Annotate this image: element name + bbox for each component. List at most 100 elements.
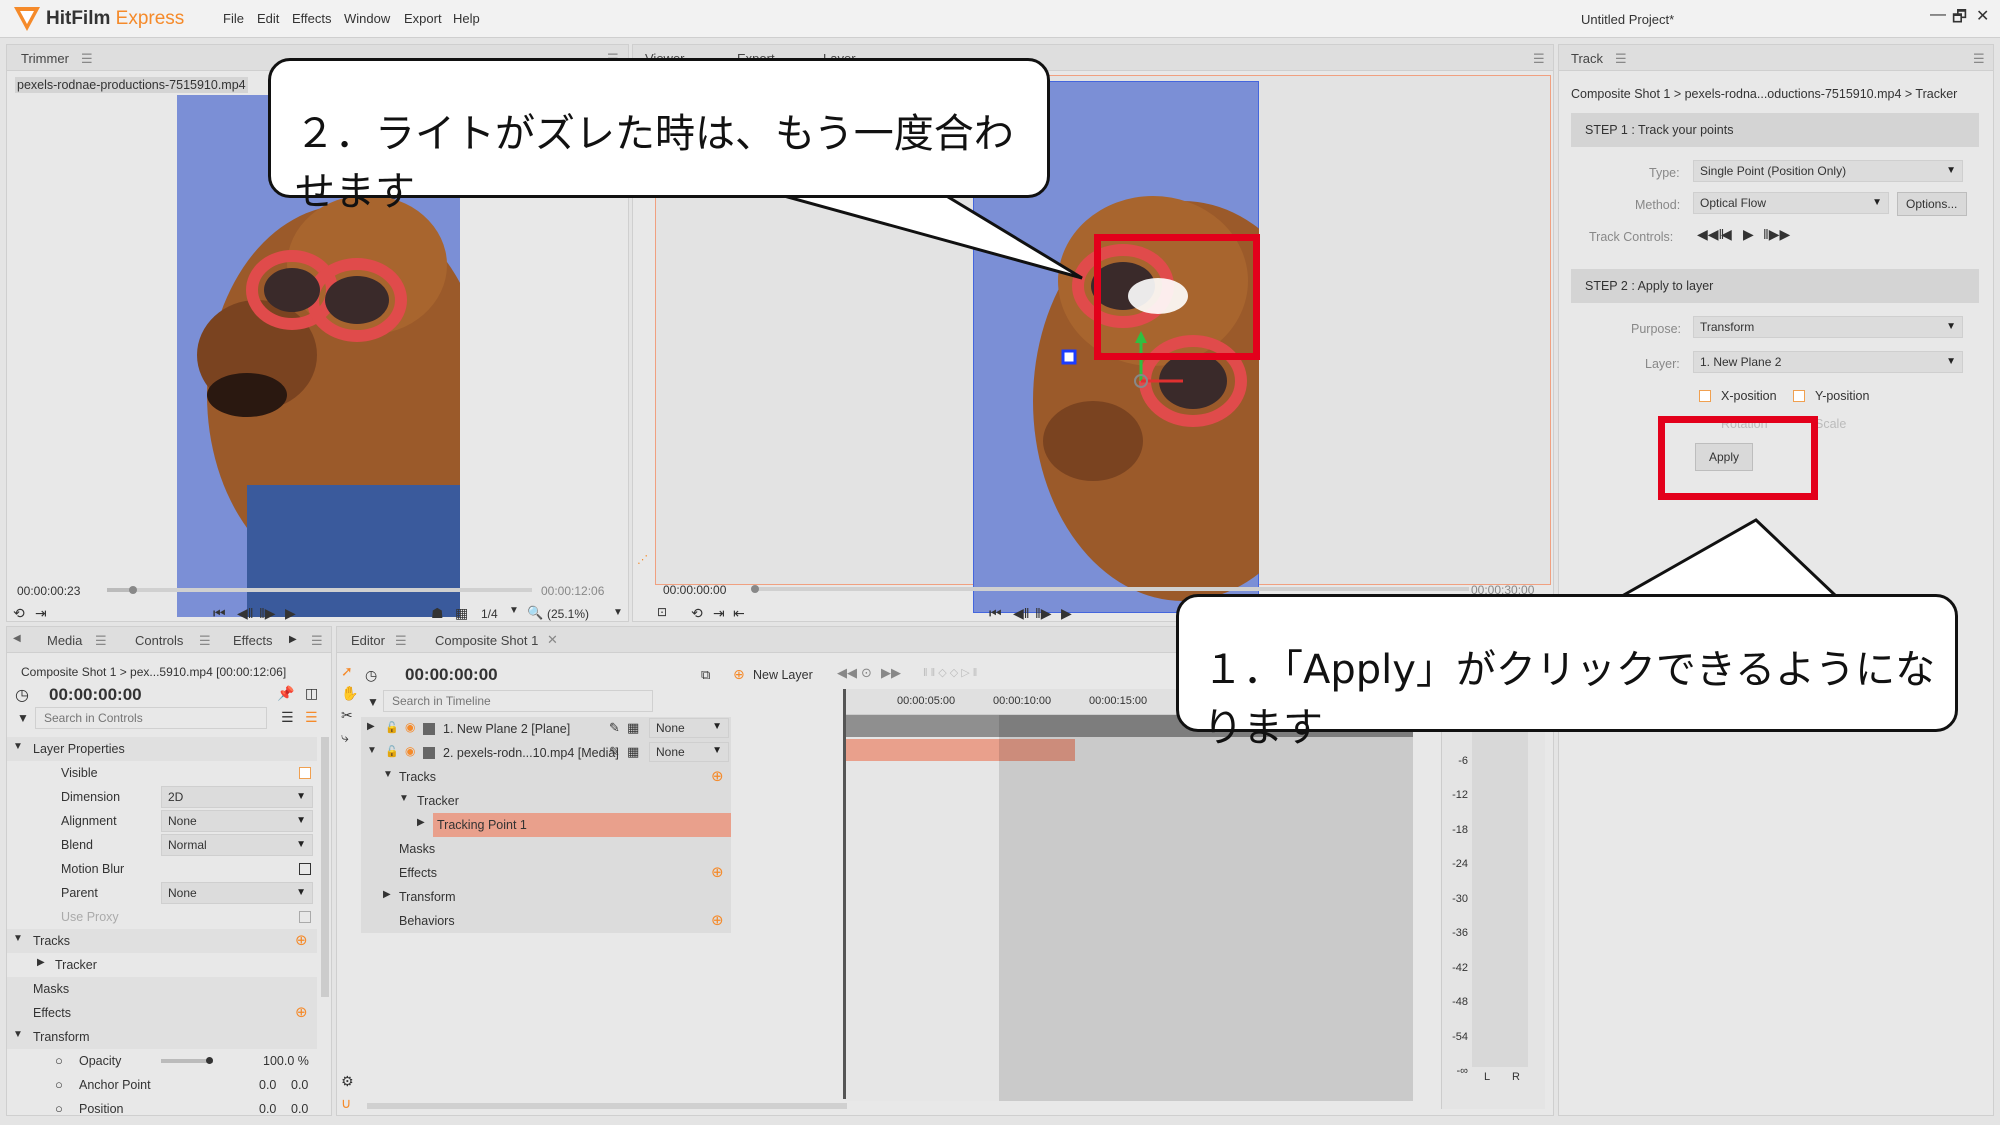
menu-export[interactable]: Export [404, 11, 442, 26]
layer1-blend-select[interactable]: None ▼ [649, 718, 729, 738]
dimension-select[interactable]: 2D ▼ [161, 786, 313, 808]
layer1-grid-icon[interactable]: ▦ [627, 720, 639, 736]
tabs-right-arrow-icon[interactable]: ▶ [289, 634, 297, 645]
transform-row[interactable]: ▼ Transform [7, 1025, 317, 1049]
anchor-keyframe-icon[interactable]: ○ [55, 1077, 63, 1092]
timeline-tracks-area[interactable] [845, 715, 1413, 1101]
layer2-lock-icon[interactable]: 🔓 [385, 745, 399, 758]
detail-view-icon[interactable]: ☰ [305, 709, 318, 726]
tabs-left-arrow-icon[interactable]: ◀ [13, 633, 21, 644]
tab-trimmer[interactable]: Trimmer [21, 51, 69, 66]
add-effect-icon[interactable]: ⊕ [295, 1003, 308, 1021]
parent-select[interactable]: None ▼ [161, 882, 313, 904]
purpose-select[interactable]: Transform ▼ [1693, 316, 1963, 338]
minimize-button[interactable]: — [1930, 6, 1946, 24]
viewer-export-icon[interactable]: ⇥ [713, 605, 725, 622]
layer2-blend-select[interactable]: None ▼ [649, 742, 729, 762]
slice-tool-icon[interactable]: ✂ [341, 707, 353, 724]
viewer-step-back-icon[interactable]: ◀‖ [1013, 605, 1030, 622]
layer-properties-row[interactable]: ▼ Layer Properties [7, 737, 317, 761]
viewer-play-icon[interactable]: ▶ [1061, 605, 1072, 622]
track-tab-menu-icon[interactable]: ☰ [1615, 51, 1627, 67]
position-keyframe-icon[interactable]: ○ [55, 1101, 63, 1116]
skip-start-icon[interactable]: ⏮ [213, 605, 226, 622]
opacity-slider[interactable] [161, 1057, 213, 1064]
editor-masks-row[interactable]: Masks [361, 837, 731, 861]
tab-track[interactable]: Track [1571, 51, 1603, 66]
magnet-icon[interactable]: ∪ [341, 1095, 351, 1112]
layer1-expand-icon[interactable]: ▶ [367, 721, 375, 732]
viewer-scrubber[interactable] [751, 585, 1469, 593]
masks-row[interactable]: Masks [7, 977, 317, 1001]
alignment-select[interactable]: None ▼ [161, 810, 313, 832]
position-x[interactable]: 0.0 [259, 1102, 276, 1116]
grid-icon[interactable]: ▦ [455, 605, 468, 622]
tracks-expand-icon[interactable]: ▼ [13, 933, 23, 944]
editor-tracker-row[interactable]: ▼ Tracker [361, 789, 731, 813]
editor-behaviors-row[interactable]: Behaviors ⊕ [361, 909, 731, 933]
controls-search-input[interactable] [35, 707, 267, 729]
blend-select[interactable]: Normal ▼ [161, 834, 313, 856]
anchor-y[interactable]: 0.0 [291, 1078, 308, 1092]
ypos-checkbox[interactable] [1793, 390, 1805, 402]
editor-add-effect-icon[interactable]: ⊕ [711, 863, 724, 881]
close-tab-icon[interactable]: ✕ [547, 632, 558, 648]
track-backward-icon[interactable]: ◀ [1721, 226, 1732, 243]
menu-effects[interactable]: Effects [292, 11, 332, 26]
list-view-icon[interactable]: ☰ [281, 709, 294, 726]
layer1-lock-icon[interactable]: 🔓 [385, 721, 399, 734]
tracking-point-row[interactable]: ▶ Tracking Point 1 [361, 813, 731, 837]
track-forward-all-icon[interactable]: ‖▶▶ [1763, 226, 1790, 243]
tracks-row[interactable]: ▼ Tracks ⊕ [7, 929, 317, 953]
layer2-pen-icon[interactable]: ✎ [609, 744, 620, 760]
track-forward-icon[interactable]: ▶ [1743, 226, 1754, 243]
settings-gear-icon[interactable]: ⚙ [341, 1073, 354, 1090]
timeline-search-input[interactable] [383, 690, 653, 712]
position-y[interactable]: 0.0 [291, 1102, 308, 1116]
editor-tracker-expand-icon[interactable]: ▼ [399, 793, 409, 804]
layer-row-2[interactable]: ▼ 🔓 ◉ 2. pexels-rodn...10.mp4 [Media] ✎ … [361, 741, 731, 765]
step-back-icon[interactable]: ◀‖ [237, 605, 254, 622]
editor-add-behavior-icon[interactable]: ⊕ [711, 911, 724, 929]
editor-tracks-expand-icon[interactable]: ▼ [383, 769, 393, 780]
editor-time[interactable]: 00:00:00:00 [405, 665, 498, 685]
next-keyframe-icon[interactable]: ▶▶ [881, 665, 901, 681]
insert-icon[interactable]: ⇥ [35, 605, 47, 622]
link-tool-icon[interactable]: ⤷ [341, 729, 349, 746]
editor-transform-row[interactable]: ▶ Transform [361, 885, 731, 909]
viewer-skip-start-icon[interactable]: ⏮ [989, 605, 1002, 622]
editor-menu-icon[interactable]: ☰ [395, 633, 407, 649]
media-menu-icon[interactable]: ☰ [95, 633, 107, 649]
viewer-insert-icon[interactable]: ⇤ [733, 605, 745, 622]
viewer-panel-menu-icon[interactable]: ☰ [1533, 51, 1545, 67]
tab-media[interactable]: Media [47, 633, 82, 648]
prev-keyframe-icon[interactable]: ◀◀ [837, 665, 857, 681]
viewer-step-forward-icon[interactable]: ‖▶ [1035, 605, 1052, 622]
tab-controls[interactable]: Controls [135, 633, 183, 648]
playhead[interactable] [843, 689, 846, 1099]
layer-row-1[interactable]: ▶ 🔓 ◉ 1. New Plane 2 [Plane] ✎ ▦ None ▼ [361, 717, 731, 741]
layer1-pen-icon[interactable]: ✎ [609, 720, 620, 736]
menu-edit[interactable]: Edit [257, 11, 279, 26]
editor-effects-row[interactable]: Effects ⊕ [361, 861, 731, 885]
trimmer-menu-icon[interactable]: ☰ [81, 51, 93, 67]
add-track-icon[interactable]: ⊕ [295, 931, 308, 949]
editor-add-track-icon[interactable]: ⊕ [711, 767, 724, 785]
layer2-expand-icon[interactable]: ▼ [367, 745, 377, 756]
pin-icon[interactable]: 📌 [277, 685, 294, 702]
tracker-row[interactable]: ▶ Tracker [7, 953, 317, 977]
trimmer-scrubber[interactable] [107, 586, 532, 594]
select-tool-icon[interactable]: ➚ [341, 663, 353, 680]
menu-window[interactable]: Window [344, 11, 390, 26]
tab-editor[interactable]: Editor [351, 633, 385, 648]
opacity-keyframe-icon[interactable]: ○ [55, 1053, 63, 1068]
track-panel-menu-icon[interactable]: ☰ [1973, 51, 1985, 67]
chevron-down-icon[interactable]: ▼ [509, 605, 519, 616]
editor-tracks-row[interactable]: ▼ Tracks ⊕ [361, 765, 731, 789]
xpos-checkbox[interactable] [1699, 390, 1711, 402]
motion-blur-checkbox[interactable] [299, 863, 311, 875]
play-icon[interactable]: ▶ [285, 605, 296, 622]
restore-button[interactable]: 🗗 [1952, 6, 1967, 33]
transform-expand-icon[interactable]: ▼ [13, 1029, 23, 1040]
use-proxy-checkbox[interactable] [299, 911, 311, 923]
